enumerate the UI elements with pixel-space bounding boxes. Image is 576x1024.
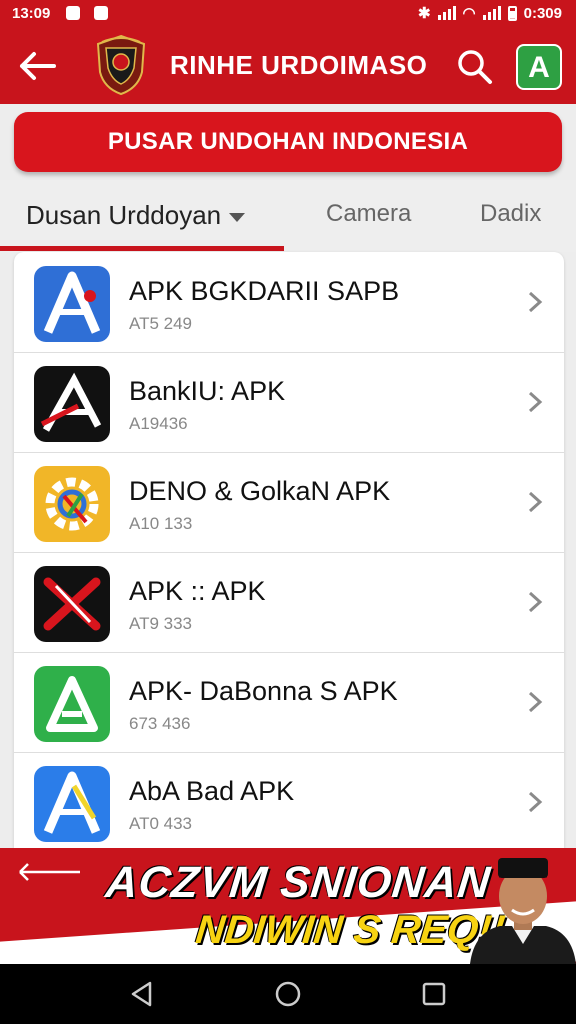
- app-code: AT0 433: [129, 814, 193, 833]
- arrow-icon: [19, 863, 80, 881]
- back-arrow-icon[interactable]: [18, 48, 58, 84]
- chevron-right-icon: [528, 691, 543, 713]
- chevron-down-icon: [229, 212, 246, 222]
- list-item[interactable]: DENO & GolkaN APK A10 133: [14, 452, 564, 553]
- blue-a-icon: [34, 266, 110, 342]
- wifi-icon: ◠: [462, 5, 476, 22]
- chevron-right-icon: [528, 791, 543, 813]
- app-code: 673 436: [129, 714, 191, 733]
- status-bar: 13:09 ✱ ◠ 0:309: [0, 0, 576, 28]
- youtube-icon: [94, 6, 108, 20]
- list-item[interactable]: APK BGKDARII SAPB AT5 249: [14, 252, 564, 353]
- back-nav-icon[interactable]: [128, 980, 156, 1008]
- signal-icon: [437, 6, 456, 20]
- home-nav-icon[interactable]: [274, 980, 302, 1008]
- tab-dadix[interactable]: Dadix: [480, 200, 541, 228]
- chevron-right-icon: [528, 391, 543, 413]
- active-tab-indicator: [0, 246, 284, 251]
- recents-nav-icon[interactable]: [420, 980, 448, 1008]
- tab-camera[interactable]: Camera: [326, 200, 411, 228]
- green-a-icon: [34, 666, 110, 742]
- list-item[interactable]: APK :: APK AT9 333: [14, 552, 564, 653]
- garuda-emblem-icon: [96, 34, 146, 96]
- search-icon[interactable]: [454, 46, 494, 86]
- chevron-right-icon: [528, 291, 543, 313]
- status-right-text: 0:309: [523, 4, 562, 22]
- tab-label: Dusan Urddoyan: [26, 200, 222, 230]
- app-code: A19436: [129, 414, 188, 433]
- app-name: DENO & GolkaN APK: [129, 476, 391, 506]
- ad-banner[interactable]: ACZVM SNIONAN NDIWIN S REQ!!: [0, 848, 576, 964]
- person-photo: [470, 858, 576, 964]
- signal-icon-2: [482, 6, 501, 20]
- notification-icon: [66, 6, 80, 20]
- chevron-right-icon: [528, 491, 543, 513]
- list-item[interactable]: APK- DaBonna S APK 673 436: [14, 652, 564, 753]
- app-list: APK BGKDARII SAPB AT5 249 BankIU: APK A1…: [14, 252, 564, 848]
- red-x-icon: [34, 566, 110, 642]
- bluetooth-icon: ✱: [417, 5, 431, 22]
- chevron-right-icon: [528, 591, 543, 613]
- app-title: RINHE URDOIMASO: [170, 50, 428, 80]
- app-store-label: A: [528, 51, 550, 84]
- app-name: APK BGKDARII SAPB: [129, 276, 400, 306]
- battery-icon: [507, 5, 517, 21]
- ad-subheadline: NDIWIN S REQ!!: [193, 908, 508, 952]
- app-code: AT9 333: [129, 614, 193, 633]
- app-name: APK :: APK: [129, 576, 266, 606]
- app-code: AT5 249: [129, 314, 193, 333]
- app-name: BankIU: APK: [129, 376, 286, 406]
- app-bar: RINHE URDOIMASO A: [0, 28, 576, 104]
- blue-a-icon: [34, 766, 110, 842]
- list-item[interactable]: AbA Bad APK AT0 433: [14, 752, 564, 848]
- yellow-gear-icon: [34, 466, 110, 542]
- tab-bar: Dusan Urddoyan Camera Dadix: [0, 180, 576, 252]
- indonesia-banner-button[interactable]: PUSAR UNDOHAN INDONESIA: [14, 112, 562, 172]
- app-name: APK- DaBonna S APK: [129, 676, 398, 706]
- app-name: AbA Bad APK: [129, 776, 295, 806]
- app-store-button[interactable]: A: [516, 44, 562, 90]
- status-time: 13:09: [12, 5, 51, 22]
- black-a-icon: [34, 366, 110, 442]
- system-nav-bar: [0, 964, 576, 1024]
- ad-headline: ACZVM SNIONAN: [103, 858, 494, 907]
- list-item[interactable]: BankIU: APK A19436: [14, 352, 564, 453]
- tab-dusan-urddoyan[interactable]: Dusan Urddoyan: [26, 200, 246, 231]
- status-right: ✱ ◠ 0:309: [417, 4, 562, 23]
- app-code: A10 133: [129, 514, 193, 533]
